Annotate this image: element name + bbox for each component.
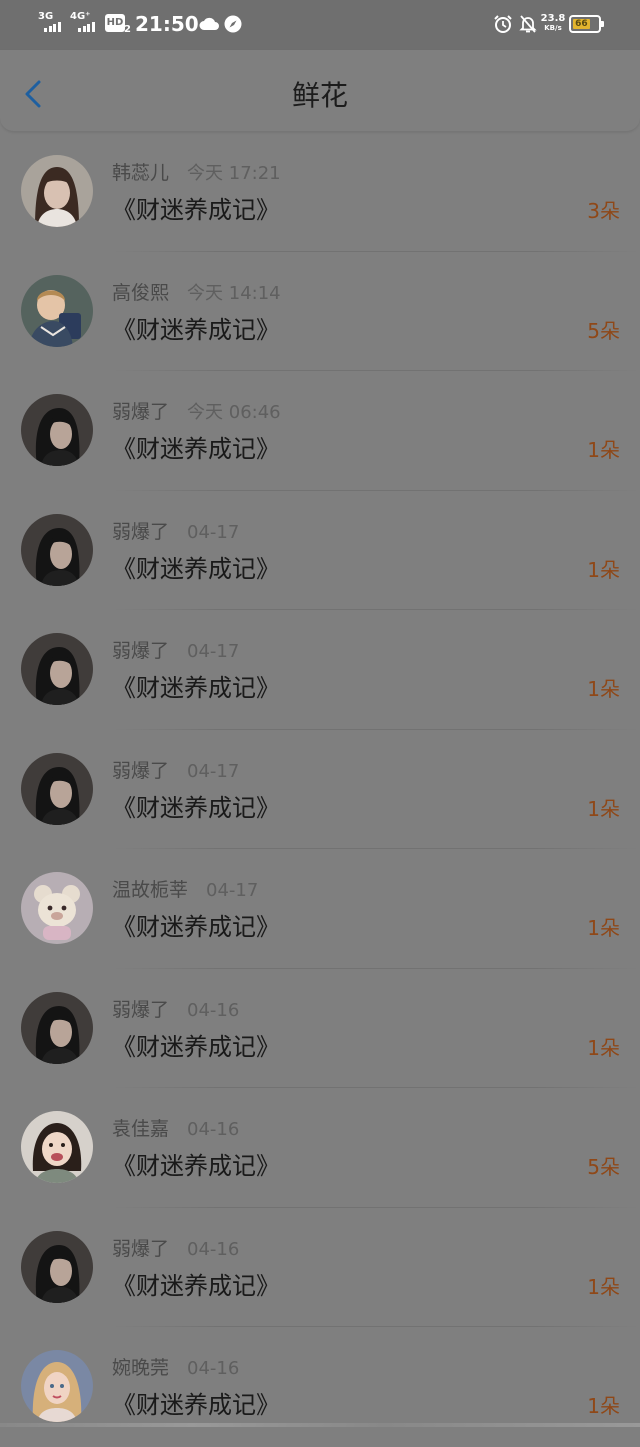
book-title[interactable]: 《财迷养成记》 [112, 1271, 280, 1301]
flower-count: 5朵 [587, 318, 620, 343]
sender-line: 袁佳嘉 04-16 [112, 1117, 239, 1142]
avatar[interactable] [21, 275, 93, 347]
avatar[interactable] [21, 753, 93, 825]
gift-time: 今天 17:21 [187, 163, 281, 184]
sender-line: 弱爆了 04-16 [112, 998, 239, 1023]
sender-name[interactable]: 韩蕊儿 [112, 162, 169, 184]
avatar[interactable] [21, 1111, 93, 1183]
battery-icon: 66 [569, 15, 604, 33]
list-item[interactable]: 弱爆了 04-17 《财迷养成记》 1朵 [0, 730, 640, 849]
list-item[interactable]: 弱爆了 今天 06:46 《财迷养成记》 1朵 [0, 371, 640, 491]
sender-line: 弱爆了 今天 06:46 [112, 400, 281, 425]
gift-time: 04-16 [187, 1238, 240, 1260]
list-item[interactable]: 韩蕊儿 今天 17:21 《财迷养成记》 3朵 [0, 132, 640, 252]
page-title: 鲜花 [291, 79, 348, 112]
book-title[interactable]: 《财迷养成记》 [112, 195, 280, 225]
book-title[interactable]: 《财迷养成记》 [112, 793, 280, 823]
book-title[interactable]: 《财迷养成记》 [112, 434, 280, 464]
sender-line: 高俊熙 今天 14:14 [112, 281, 281, 306]
list-item[interactable]: 温故栀莘 04-17 《财迷养成记》 1朵 [0, 849, 640, 969]
gift-time: 04-17 [187, 760, 240, 782]
cloud-icon [199, 17, 219, 30]
sender-name[interactable]: 弱爆了 [112, 401, 169, 423]
scroll-edge [0, 1423, 640, 1427]
avatar[interactable] [21, 992, 93, 1064]
flower-count: 1朵 [587, 1394, 620, 1418]
sender-name[interactable]: 袁佳嘉 [112, 1118, 169, 1140]
gift-time: 04-16 [187, 1358, 240, 1379]
flower-gift-list: 韩蕊儿 今天 17:21 《财迷养成记》 3朵 高俊熙 今天 14:14 《财迷养成… [0, 132, 640, 1447]
sender-line: 弱爆了 04-17 [112, 639, 239, 664]
list-item[interactable]: 婉晚莞 04-16 《财迷养成记》 1朵 [0, 1327, 640, 1447]
hd-voice-icon: HD [105, 14, 125, 32]
compass-icon [224, 15, 242, 33]
book-title[interactable]: 《财迷养成记》 [112, 1032, 280, 1062]
avatar[interactable] [21, 514, 93, 586]
network-speed: 23.8 KB/s [540, 14, 566, 33]
book-title[interactable]: 《财迷养成记》 [112, 1390, 280, 1420]
sender-name[interactable]: 弱爆了 [112, 1238, 169, 1260]
hd-sim-index: 2 [124, 24, 131, 35]
gift-time: 04-16 [187, 1119, 240, 1140]
sender-name[interactable]: 高俊熙 [112, 282, 169, 304]
sender-name[interactable]: 温故栀莘 [112, 879, 188, 901]
flower-count: 1朵 [587, 677, 620, 701]
avatar[interactable] [21, 633, 93, 705]
gift-time: 04-17 [187, 641, 240, 662]
avatar[interactable] [21, 394, 93, 466]
sender-name[interactable]: 弱爆了 [112, 640, 169, 662]
flower-count: 1朵 [587, 1035, 620, 1060]
avatar[interactable] [21, 1231, 93, 1303]
sender-name[interactable]: 弱爆了 [112, 760, 169, 782]
book-title[interactable]: 《财迷养成记》 [112, 912, 280, 942]
battery-level: 66 [573, 19, 590, 29]
avatar[interactable] [21, 155, 93, 227]
list-item[interactable]: 弱爆了 04-16 《财迷养成记》 1朵 [0, 969, 640, 1088]
list-item[interactable]: 弱爆了 04-16 《财迷养成记》 1朵 [0, 1208, 640, 1327]
flower-count: 1朵 [587, 916, 620, 940]
book-title[interactable]: 《财迷养成记》 [112, 554, 280, 584]
network-speed-value: 23.8 [540, 13, 566, 24]
flower-count: 1朵 [587, 438, 620, 462]
list-item[interactable]: 袁佳嘉 04-16 《财迷养成记》 5朵 [0, 1088, 640, 1208]
gift-time: 今天 14:14 [187, 282, 281, 304]
flower-count: 5朵 [587, 1155, 620, 1179]
sender-name[interactable]: 弱爆了 [112, 999, 169, 1021]
list-item[interactable]: 弱爆了 04-17 《财迷养成记》 1朵 [0, 610, 640, 730]
sender-name[interactable]: 弱爆了 [112, 521, 169, 543]
sender-line: 韩蕊儿 今天 17:21 [112, 161, 281, 186]
sender-line: 婉晚莞 04-16 [112, 1356, 239, 1381]
sender-name[interactable]: 婉晚莞 [112, 1357, 169, 1379]
flower-count: 1朵 [587, 1274, 620, 1299]
gift-time: 04-17 [206, 880, 259, 901]
gift-time: 04-16 [187, 999, 240, 1021]
flower-count: 1朵 [587, 796, 620, 821]
signal-3g-icon: 3G [38, 12, 72, 36]
app-header: 鲜花 [0, 50, 640, 132]
sender-line: 弱爆了 04-16 [112, 1237, 239, 1262]
book-title[interactable]: 《财迷养成记》 [112, 673, 280, 703]
network-speed-unit: KB/s [544, 24, 562, 32]
flower-count: 1朵 [587, 557, 620, 582]
notifications-off-icon [519, 15, 537, 33]
sender-line: 温故栀莘 04-17 [112, 878, 258, 903]
gift-time: 04-17 [187, 521, 240, 543]
signal-4g-icon: 4G⁺ [70, 12, 104, 36]
alarm-clock-icon [494, 15, 512, 33]
avatar[interactable] [21, 872, 93, 944]
sender-line: 弱爆了 04-17 [112, 520, 239, 545]
gift-time: 今天 06:46 [187, 402, 281, 423]
avatar[interactable] [21, 1350, 93, 1422]
sender-line: 弱爆了 04-17 [112, 759, 239, 784]
book-title[interactable]: 《财迷养成记》 [112, 315, 280, 345]
clock: 21:50 [135, 12, 199, 36]
list-item[interactable]: 高俊熙 今天 14:14 《财迷养成记》 5朵 [0, 252, 640, 371]
list-item[interactable]: 弱爆了 04-17 《财迷养成记》 1朵 [0, 491, 640, 610]
book-title[interactable]: 《财迷养成记》 [112, 1151, 280, 1181]
status-bar: 3G 4G⁺ HD 2 21:50 23.8 KB/s 66 [0, 0, 640, 50]
flower-count: 3朵 [587, 199, 620, 223]
